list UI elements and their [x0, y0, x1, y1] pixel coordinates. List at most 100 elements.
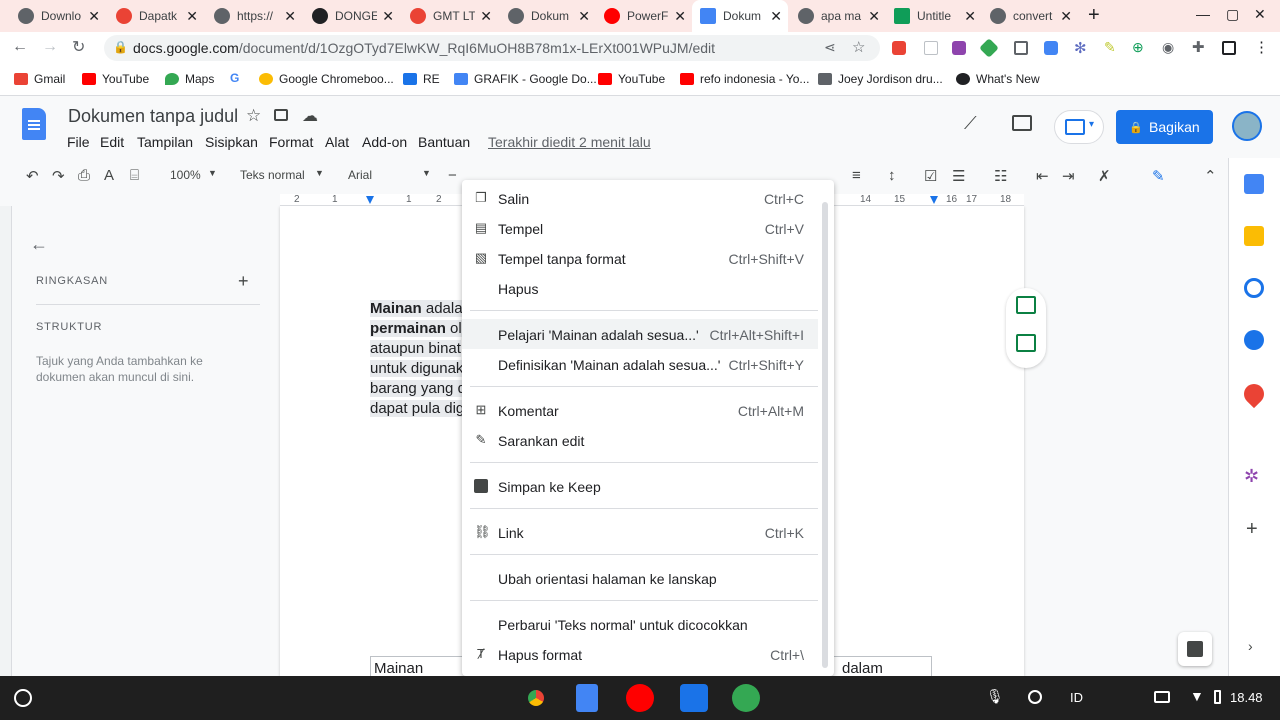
extension-icon[interactable] — [1014, 41, 1028, 55]
get-addons-icon[interactable]: + — [1246, 518, 1258, 541]
menu-item-suggest-edit[interactable]: ✎ Sarankan edit — [462, 425, 818, 455]
docs-app-icon[interactable] — [576, 684, 598, 712]
keep-icon[interactable] — [1244, 226, 1264, 246]
forward-icon[interactable]: → — [42, 38, 58, 56]
zoom-select[interactable]: 100% — [170, 168, 201, 182]
calendar-icon[interactable] — [1244, 174, 1264, 194]
print-icon[interactable]: ⎙ — [78, 167, 90, 184]
explore-button[interactable] — [1178, 632, 1212, 666]
menu-item-link[interactable]: ⛓ Link Ctrl+K — [462, 517, 818, 547]
menu-addons[interactable]: Add-on — [362, 134, 407, 150]
close-icon[interactable]: ✕ — [186, 8, 198, 25]
table-cell[interactable]: dalam — [842, 660, 883, 677]
bullet-list-icon[interactable]: ☰ — [952, 167, 965, 185]
text-line[interactable]: permainan ol — [370, 320, 462, 337]
camera-icon[interactable]: ◉ — [1162, 39, 1174, 56]
activity-trend-icon[interactable]: ⟋ — [964, 113, 977, 134]
text-line[interactable]: untuk digunak — [370, 360, 464, 377]
close-icon[interactable]: ✕ — [382, 8, 394, 25]
text-line[interactable]: Mainan adala — [370, 300, 463, 317]
menu-edit[interactable]: Edit — [100, 134, 124, 150]
extension-icon[interactable]: ✻ — [1074, 39, 1087, 57]
bookmark-maps[interactable]: Maps — [165, 72, 214, 86]
decrease-font-icon[interactable]: − — [448, 167, 457, 184]
close-outline-icon[interactable]: ← — [30, 234, 48, 255]
bookmark-joey[interactable]: Joey Jordison dru... — [818, 72, 943, 86]
font-select[interactable]: Arial — [348, 168, 372, 182]
menu-view[interactable]: Tampilan — [137, 134, 193, 150]
docs-logo-icon[interactable] — [22, 108, 46, 140]
tasks-icon[interactable] — [1244, 278, 1264, 298]
window-switch-icon[interactable] — [1154, 691, 1170, 703]
chevron-down-icon[interactable]: ▼ — [208, 168, 217, 178]
right-indent-marker[interactable] — [930, 196, 938, 204]
menu-tools[interactable]: Alat — [325, 134, 349, 150]
close-icon[interactable]: ✕ — [578, 8, 590, 25]
checklist-icon[interactable]: ☑ — [924, 167, 937, 185]
bookmark-gmail[interactable]: Gmail — [14, 72, 65, 86]
youtube-app-icon[interactable] — [626, 684, 654, 712]
close-icon[interactable]: ✕ — [88, 8, 100, 25]
menu-item-delete[interactable]: Hapus — [462, 273, 818, 303]
menu-insert[interactable]: Sisipkan — [205, 134, 258, 150]
browser-tab[interactable]: GMT LT ✕ — [402, 0, 498, 32]
extension-icon[interactable] — [892, 41, 906, 55]
menu-help[interactable]: Bantuan — [418, 134, 470, 150]
close-icon[interactable]: ✕ — [674, 8, 686, 25]
browser-tab[interactable]: Dapatk ✕ — [108, 0, 204, 32]
menu-item-keep[interactable]: Simpan ke Keep — [462, 471, 818, 501]
browser-tab[interactable]: Downlo ✕ — [10, 0, 106, 32]
close-icon[interactable]: ✕ — [480, 8, 492, 25]
bookmark-refo[interactable]: refo indonesia - Yo... — [680, 72, 809, 86]
cloud-status-icon[interactable]: ☁ — [302, 106, 318, 126]
undo-icon[interactable]: ↶ — [26, 167, 39, 185]
collapse-menu-icon[interactable]: ⌃ — [1204, 167, 1217, 185]
bookmark-whats-new[interactable]: What's New — [956, 72, 1040, 86]
menu-item-copy[interactable]: ❐ Salin Ctrl+C — [462, 183, 818, 213]
line-spacing-icon[interactable]: ↕ — [888, 167, 896, 184]
menu-item-define[interactable]: Definisikan 'Mainan adalah sesua...' Ctrl… — [462, 349, 818, 379]
bookmark-grafik[interactable]: GRAFIK - Google Do... — [454, 72, 597, 86]
increase-indent-icon[interactable]: ⇥ — [1062, 167, 1075, 185]
redo-icon[interactable]: ↷ — [52, 167, 65, 185]
menu-file[interactable]: File — [67, 134, 90, 150]
close-icon[interactable]: ✕ — [770, 8, 782, 25]
browser-tab[interactable]: apa ma ✕ — [790, 0, 886, 32]
chevron-down-icon[interactable]: ▼ — [315, 168, 324, 178]
bookmark-chromebook[interactable]: Google Chromeboo... — [259, 72, 394, 86]
extension-icon[interactable]: ⊕ — [1132, 39, 1144, 56]
wifi-icon[interactable]: ▼ — [1190, 688, 1204, 704]
browser-tab-active[interactable]: Dokum ✕ — [692, 0, 788, 32]
bookmark-youtube[interactable]: YouTube — [82, 72, 149, 86]
suggest-edit-icon[interactable] — [1016, 334, 1036, 352]
expand-panel-icon[interactable]: › — [1248, 638, 1253, 654]
document-title[interactable]: Dokumen tanpa judul — [68, 106, 238, 127]
battery-icon[interactable] — [1214, 690, 1221, 704]
app-icon[interactable] — [732, 684, 760, 712]
clear-formatting-icon[interactable]: ✗ — [1098, 167, 1111, 185]
files-app-icon[interactable] — [680, 684, 708, 712]
table-cell[interactable]: Mainan — [374, 660, 423, 677]
extension-icon[interactable] — [952, 41, 966, 55]
menu-item-clear-format[interactable]: Ⱦ Hapus format Ctrl+\ — [462, 639, 818, 669]
menu-item-paste[interactable]: ▤ Tempel Ctrl+V — [462, 213, 818, 243]
comments-icon[interactable] — [1012, 115, 1032, 131]
text-line[interactable]: dapat pula dig — [370, 400, 465, 417]
contacts-icon[interactable] — [1244, 330, 1264, 350]
close-icon[interactable]: ✕ — [284, 8, 296, 25]
browser-tab[interactable]: Dokum ✕ — [500, 0, 596, 32]
clock[interactable]: 18.48 — [1230, 690, 1263, 705]
style-select[interactable]: Teks normal — [240, 168, 305, 182]
close-icon[interactable]: ✕ — [868, 8, 880, 25]
menu-item-paste-plain[interactable]: ▧ Tempel tanpa format Ctrl+Shift+V — [462, 243, 818, 273]
justify-icon[interactable]: ≡ — [852, 167, 861, 184]
close-icon[interactable]: ✕ — [1060, 8, 1072, 25]
menu-item-explore[interactable]: Pelajari 'Mainan adalah sesua...' Ctrl+Al… — [462, 319, 818, 349]
maximize-icon[interactable]: ▢ — [1226, 6, 1239, 23]
share-page-icon[interactable]: ⋖ — [824, 39, 836, 56]
text-line[interactable]: barang yang d — [370, 380, 466, 397]
address-bar[interactable]: 🔒 docs.google.com/document/d/1OzgOTyd7El… — [104, 35, 880, 61]
lock-icon[interactable]: 🔒 — [113, 40, 128, 54]
move-folder-icon[interactable] — [274, 109, 288, 121]
share-button[interactable]: 🔒 Bagikan — [1116, 110, 1213, 144]
